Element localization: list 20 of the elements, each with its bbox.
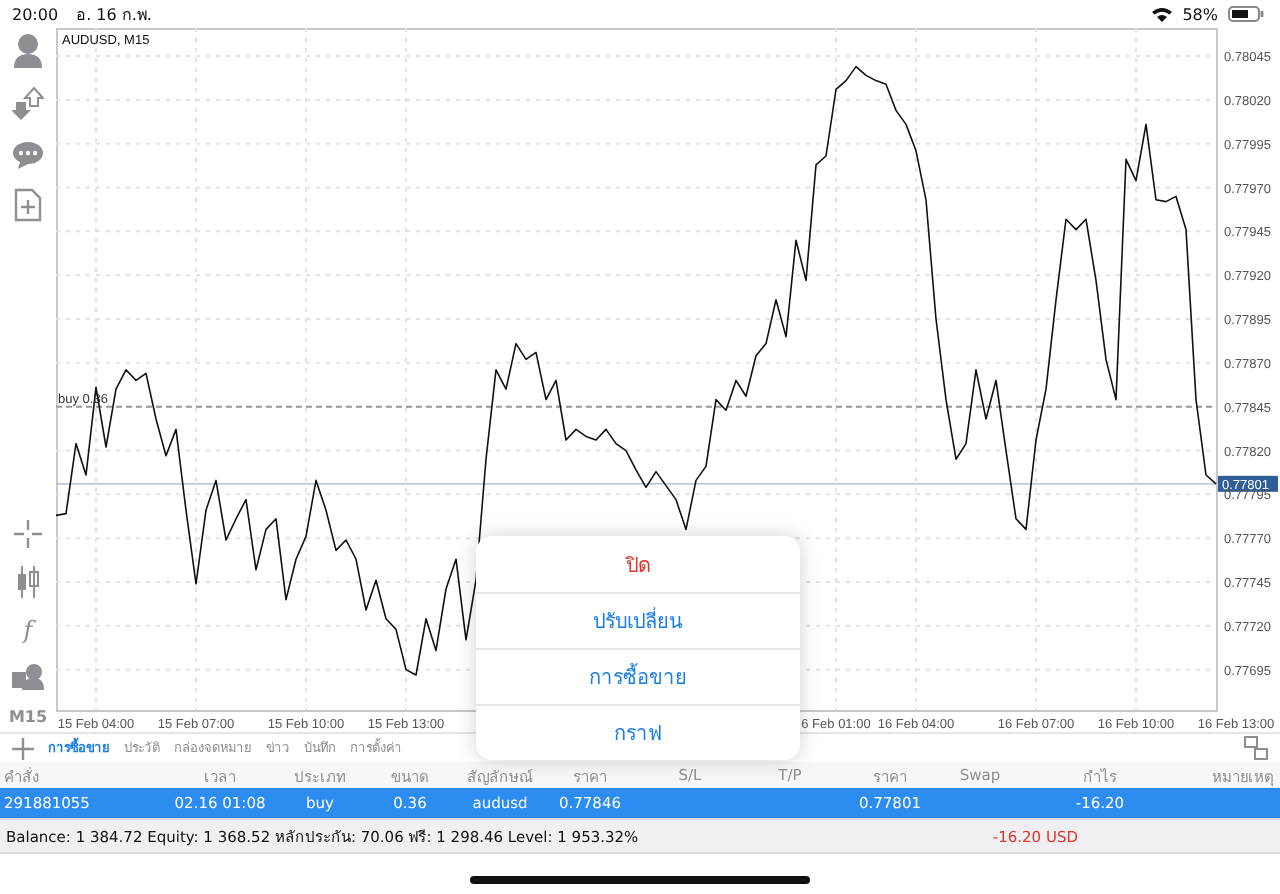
status-date: อ. 16 ก.พ. <box>76 3 152 27</box>
objects-icon[interactable] <box>12 662 44 690</box>
crosshair-icon[interactable] <box>14 520 42 548</box>
candlestick-icon[interactable] <box>14 566 42 598</box>
menu-item[interactable]: การซื้อขาย <box>476 648 800 704</box>
battery-icon <box>1228 6 1264 22</box>
new-document-icon[interactable] <box>14 188 42 222</box>
indicator-button[interactable]: f <box>23 616 33 644</box>
transfer-arrows-icon[interactable] <box>12 86 44 122</box>
add-icon[interactable] <box>12 737 34 759</box>
battery-percent: 58% <box>1182 5 1218 23</box>
timeframe-button[interactable]: M15 <box>8 708 48 726</box>
menu-item[interactable]: ปิด <box>476 536 800 592</box>
account-icon[interactable] <box>12 32 44 68</box>
clock-time: 20:00 <box>12 5 59 23</box>
menu-item[interactable]: กราฟ <box>476 704 800 760</box>
layout-icon[interactable] <box>1244 736 1268 760</box>
menu-item[interactable]: ปรับเปลี่ยน <box>476 592 800 648</box>
chat-icon[interactable] <box>12 140 44 170</box>
wifi-icon <box>1152 6 1173 22</box>
